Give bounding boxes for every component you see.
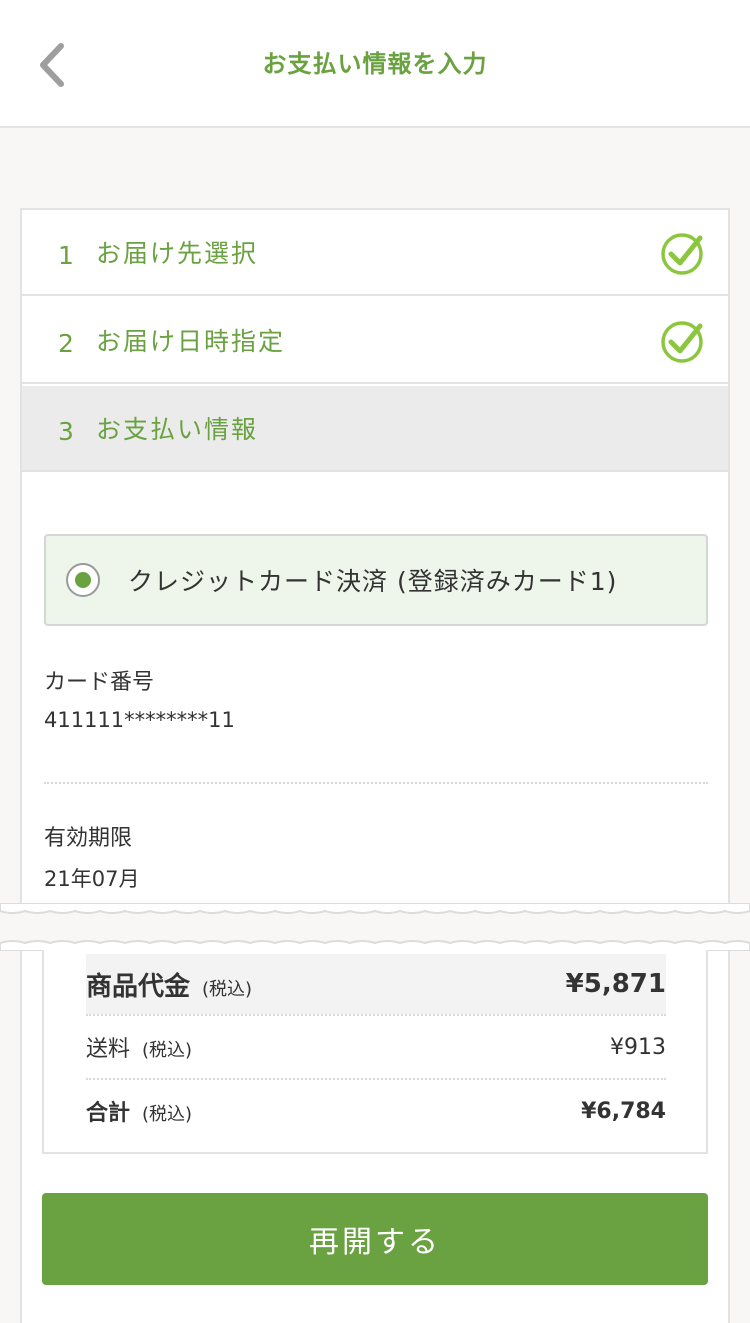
card-number-value: 411111********11 [44,708,235,732]
subtotal-label: 商品代金 [86,971,191,1002]
shipping-label: 送料 [86,1037,131,1062]
tax-note: (税込) [202,978,253,1000]
divider [44,782,708,784]
step-label: お支払い情報 [96,415,259,444]
radio-button[interactable] [66,563,100,597]
tax-note: (税込) [142,1040,193,1061]
step-payment[interactable]: 3 お支払い情報 [22,386,728,472]
total-value: ¥6,784 [581,1098,666,1124]
wave-graphic [0,902,750,952]
torn-edge-divider [0,902,750,952]
step-number: 2 [58,328,74,358]
card-number-label: カード番号 [44,670,155,695]
step-number: 3 [58,416,74,446]
expiry-value: 21年07月 [44,867,140,891]
tax-note: (税込) [142,1104,193,1125]
step-label: お届け日時指定 [96,327,286,356]
payment-option-credit-card[interactable]: クレジットカード決済 (登録済みカード1) [44,534,708,626]
expiry-label: 有効期限 [44,826,133,851]
total-row: 合計 (税込) ¥6,784 [86,1080,666,1142]
check-circle-icon [661,233,703,275]
shipping-value: ¥913 [610,1034,666,1060]
payment-option-label: クレジットカード決済 (登録済みカード1) [128,567,618,596]
subtotal-row: 商品代金 (税込) ¥5,871 [86,954,666,1014]
step-delivery-address[interactable]: 1 お届け先選択 [22,210,728,296]
resume-button[interactable]: 再開する [42,1193,708,1285]
app-header: お支払い情報を入力 [0,0,750,128]
check-circle-icon [661,321,703,363]
subtotal-value: ¥5,871 [565,969,666,999]
step-label: お届け先選択 [96,239,259,268]
step-number: 1 [58,240,74,270]
total-label: 合計 [86,1101,131,1126]
checkout-panel: 1 お届け先選択 2 お届け日時指定 3 お支払い情報 クレジットカード決済 (… [20,208,730,1323]
page-title: お支払い情報を入力 [262,50,488,78]
order-summary: 商品代金 (税込) ¥5,871 送料 (税込) ¥913 合計 (税込) ¥6… [42,950,708,1154]
step-delivery-date[interactable]: 2 お届け日時指定 [22,298,728,384]
shipping-row: 送料 (税込) ¥913 [86,1016,666,1078]
radio-selected-dot [75,572,91,588]
